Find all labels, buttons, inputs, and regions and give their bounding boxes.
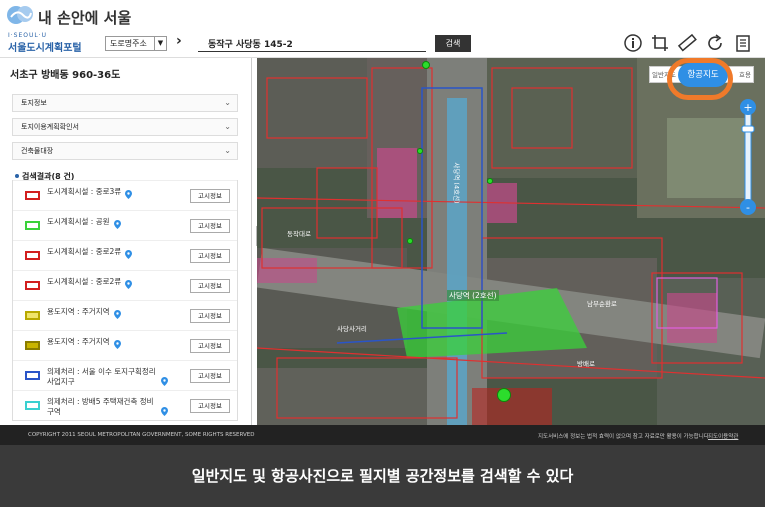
accordion-building-register[interactable]: 건축물대장 ⌄ (12, 142, 238, 160)
copyright-text: COPYRIGHT 2011 SEOUL METROPOLITAN GOVERN… (28, 432, 255, 438)
legend-swatch (25, 401, 40, 410)
result-row[interactable]: 도시계획시설 : 중로3류 고시정보 (13, 180, 237, 210)
sidebar: 서초구 방배동 960-36도 토지정보 ⌄ 토지이용계획확인서 ⌄ 건축물대장… (0, 58, 252, 425)
site-logo[interactable]: I·SEOUL·U 서울도시계획포털 (8, 32, 82, 54)
address-type-select[interactable]: 도로명주소 ▼ (105, 36, 167, 51)
map-label: 사당역 (4호선) (452, 162, 461, 204)
search-button[interactable]: 검색 (435, 35, 471, 52)
accordion-label: 토지이용계획확인서 (21, 123, 79, 131)
result-row[interactable]: 용도지역 : 주거지역 고시정보 (13, 300, 237, 330)
app-header: I·SEOUL·U 서울도시계획포털 도로명주소 ▼ › 검색 (0, 30, 765, 58)
location-pin-icon[interactable] (114, 340, 121, 349)
result-label: 도시계획시설 : 중로2류 (47, 247, 122, 256)
map-label: 동작대로 (287, 230, 311, 238)
result-row[interactable]: 의제처리 : 방배5 주택재건축 정비구역 고시정보 (13, 390, 237, 420)
chevron-right-icon: › (176, 33, 182, 49)
site-title: 서울도시계획포털 (8, 43, 82, 54)
map-marker[interactable] (417, 148, 423, 154)
legend-swatch (25, 191, 40, 200)
ruler-icon[interactable] (677, 33, 697, 53)
map-canvas[interactable] (257, 58, 765, 425)
notice-info-button[interactable]: 고시정보 (190, 249, 230, 263)
seoul-logo-icon (7, 6, 33, 24)
extra-map-tab[interactable]: 효용 (739, 69, 751, 79)
notice-info-button[interactable]: 고시정보 (190, 369, 230, 383)
legend-swatch (25, 281, 40, 290)
location-pin-icon[interactable] (114, 220, 121, 229)
result-label: 도시계획시설 : 중로2류 (47, 277, 122, 286)
accordion-label: 건축물대장 (21, 147, 54, 155)
map-marker[interactable] (487, 178, 493, 184)
info-icon[interactable] (623, 33, 643, 53)
caption: 일반지도 및 항공사진으로 필지별 공간정보를 검색할 수 있다 (0, 445, 765, 507)
notice-info-button[interactable]: 고시정보 (190, 339, 230, 353)
accordion-land-info[interactable]: 토지정보 ⌄ (12, 94, 238, 112)
result-label: 도시계획시설 : 중로3류 (47, 187, 122, 196)
notice-info-button[interactable]: 고시정보 (190, 219, 230, 233)
map-label: 남부순환로 (587, 300, 617, 308)
location-pin-icon[interactable] (161, 377, 168, 386)
crop-icon[interactable] (650, 33, 670, 53)
legend-swatch (25, 221, 40, 230)
refresh-icon[interactable] (705, 33, 725, 53)
chevron-down-icon: ⌄ (224, 122, 231, 131)
map-label: 방배로 (577, 360, 595, 368)
notice-info-button[interactable]: 고시정보 (190, 309, 230, 323)
brand-title: 내 손안에 서울 (38, 9, 132, 27)
notice-info-button[interactable]: 고시정보 (190, 399, 230, 413)
terms-link[interactable]: 지도이용약관 (708, 432, 738, 440)
address-search-input[interactable] (198, 35, 426, 52)
map-marker[interactable] (422, 61, 430, 69)
location-pin-icon[interactable] (161, 407, 168, 416)
result-row[interactable]: 도시계획시설 : 공원 고시정보 (13, 210, 237, 240)
notice-info-button[interactable]: 고시정보 (190, 189, 230, 203)
map-label: 사당역 (2호선) (447, 290, 499, 301)
location-pin-icon[interactable] (125, 250, 132, 259)
highlight-ring (667, 58, 733, 100)
legend-swatch (25, 341, 40, 350)
legend-swatch (25, 251, 40, 260)
result-row[interactable]: 도시계획시설 : 중로2류 고시정보 (13, 240, 237, 270)
result-row[interactable]: 용도지역 : 주거지역 고시정보 (13, 330, 237, 360)
location-pin-icon[interactable] (125, 280, 132, 289)
map-marker[interactable] (497, 388, 511, 402)
result-label: 도시계획시설 : 공원 (47, 217, 110, 226)
accordion-label: 토지정보 (21, 99, 47, 107)
legend-swatch (25, 371, 40, 380)
zoom-control[interactable]: + - (739, 98, 757, 216)
chevron-down-icon: ⌄ (224, 98, 231, 107)
notice-info-button[interactable]: 고시정보 (190, 279, 230, 293)
disclaimer-text: 지도서비스에 정보는 법적 효력이 없으며 참고 자료로만 활용이 가능합니다. (538, 434, 711, 440)
map-label: 사당사거리 (337, 325, 367, 333)
site-subtitle: I·SEOUL·U (8, 32, 48, 39)
legend-swatch (25, 311, 40, 320)
result-label: 용도지역 : 주거지역 (47, 337, 110, 346)
chevron-down-icon: ⌄ (224, 146, 231, 155)
result-row[interactable]: 도시계획시설 : 중로2류 고시정보 (13, 270, 237, 300)
aerial-map[interactable]: 사당역 (2호선) 사당역 (4호선) 사당사거리 방배로 동작대로 남부순환로… (257, 58, 765, 425)
selected-address: 서초구 방배동 960-36도 (10, 70, 121, 81)
svg-text:+: + (743, 101, 752, 114)
map-marker[interactable] (407, 238, 413, 244)
chevron-down-icon: ▼ (154, 37, 166, 50)
bullet-icon (15, 174, 19, 178)
result-row[interactable]: 의제처리 : 서울 이수 토지구획정리사업지구 고시정보 (13, 360, 237, 390)
location-pin-icon[interactable] (125, 190, 132, 199)
accordion-land-use-plan[interactable]: 토지이용계획확인서 ⌄ (12, 118, 238, 136)
result-label: 용도지역 : 주거지역 (47, 307, 110, 316)
results-list: 도시계획시설 : 중로3류 고시정보 도시계획시설 : 공원 고시정보 도시계획시설 :… (12, 180, 238, 421)
address-type-value: 도로명주소 (110, 39, 147, 48)
location-pin-icon[interactable] (114, 310, 121, 319)
footer: COPYRIGHT 2011 SEOUL METROPOLITAN GOVERN… (0, 425, 765, 445)
brand-bar: 내 손안에 서울 (0, 0, 765, 30)
svg-text:-: - (746, 201, 750, 214)
result-label: 의제처리 : 서울 이수 토지구획정리사업지구 (47, 367, 156, 386)
document-icon[interactable] (733, 33, 753, 53)
result-label: 의제처리 : 방배5 주택재건축 정비구역 (47, 397, 154, 416)
